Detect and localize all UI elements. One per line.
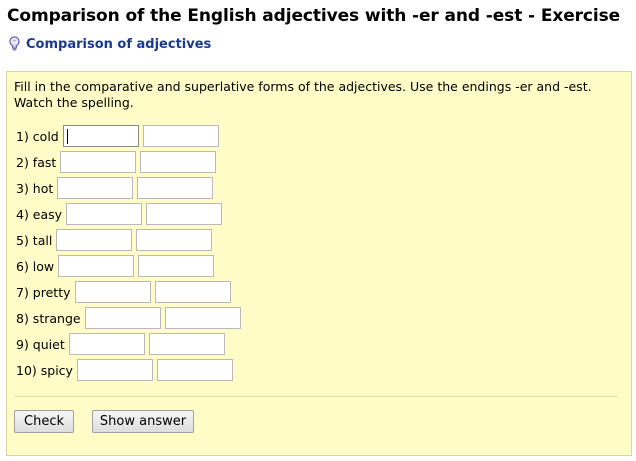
exercise-row: 1) cold	[16, 125, 223, 147]
instructions: Fill in the comparative and superlative …	[14, 79, 592, 110]
exercise-row: 6) low	[16, 255, 218, 277]
item-label: 3) hot	[16, 180, 54, 196]
item-label: 4) easy	[16, 206, 63, 222]
item-label: 2) fast	[16, 154, 57, 170]
superlative-input[interactable]	[136, 229, 213, 251]
lightbulb-icon	[8, 36, 21, 52]
comparative-input[interactable]	[74, 281, 151, 303]
superlative-input[interactable]	[154, 281, 231, 303]
item-label: 1) cold	[16, 128, 59, 144]
comparison-of-adjectives-link[interactable]: Comparison of adjectives	[8, 36, 211, 52]
comparative-input[interactable]	[58, 255, 135, 277]
item-label: 7) pretty	[16, 284, 71, 300]
comparative-input[interactable]	[60, 151, 137, 173]
show-answer-button[interactable]: Show answer	[92, 410, 194, 433]
exercise-row: 3) hot	[16, 177, 217, 199]
exercise-row: 8) strange	[16, 307, 245, 329]
divider	[14, 396, 618, 397]
superlative-input[interactable]	[146, 203, 223, 225]
comparative-input[interactable]	[76, 359, 153, 381]
comparative-input[interactable]	[56, 229, 133, 251]
exercise-row: 4) easy	[16, 203, 226, 225]
exercise-row: 5) tall	[16, 229, 216, 251]
check-button[interactable]: Check	[14, 410, 74, 433]
exercise-row: 7) pretty	[16, 281, 235, 303]
comparative-input[interactable]	[62, 125, 139, 147]
page-title: Comparison of the English adjectives wit…	[7, 6, 621, 26]
exercise-row: 9) quiet	[16, 333, 229, 355]
item-label: 10) spicy	[16, 362, 73, 378]
comparative-input[interactable]	[68, 333, 145, 355]
sublink-label: Comparison of adjectives	[26, 36, 212, 52]
item-label: 8) strange	[16, 310, 81, 326]
item-label: 9) quiet	[16, 336, 65, 352]
superlative-input[interactable]	[140, 151, 217, 173]
item-label: 6) low	[16, 258, 55, 274]
exercise-row: 10) spicy	[16, 359, 237, 381]
superlative-input[interactable]	[138, 255, 215, 277]
comparative-input[interactable]	[66, 203, 143, 225]
superlative-input[interactable]	[156, 359, 233, 381]
superlative-input[interactable]	[142, 125, 219, 147]
exercise-row: 2) fast	[16, 151, 220, 173]
superlative-input[interactable]	[148, 333, 225, 355]
comparative-input[interactable]	[84, 307, 161, 329]
superlative-input[interactable]	[137, 177, 214, 199]
exercise-box: Fill in the comparative and superlative …	[6, 71, 632, 456]
superlative-input[interactable]	[164, 307, 241, 329]
comparative-input[interactable]	[57, 177, 134, 199]
item-label: 5) tall	[16, 232, 53, 248]
